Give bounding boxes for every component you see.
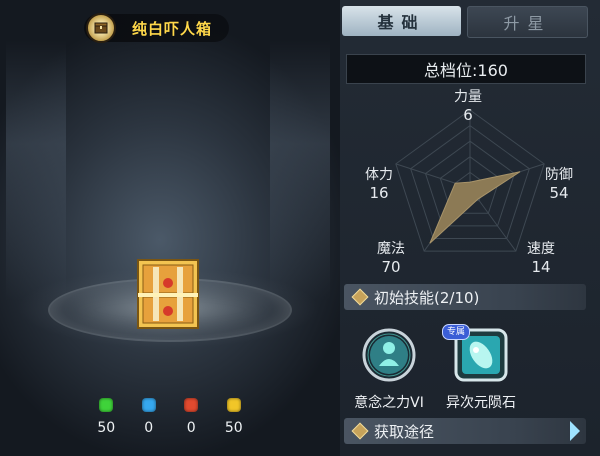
skill-list: 意念之力VI 专属 异次元陨石 — [340, 324, 600, 412]
skill-item[interactable]: 专属 异次元陨石 — [436, 324, 526, 412]
stat-power: 力量 6 — [446, 88, 490, 124]
gem-slot: 0 — [170, 398, 213, 436]
gem-slot: 0 — [128, 398, 171, 436]
stat-value: 70 — [381, 258, 401, 276]
treasure-chest-icon — [86, 13, 116, 43]
initial-skills-header: 初始技能(2/10) — [344, 284, 586, 310]
background-pillar — [270, 40, 330, 300]
blue-gem-icon — [141, 398, 156, 412]
stat-label: 魔法 — [377, 241, 405, 257]
gem-value: 0 — [144, 420, 154, 436]
skill-item[interactable]: 意念之力VI — [344, 328, 434, 412]
scare-chest-model[interactable] — [135, 257, 201, 331]
background-pillar — [6, 40, 66, 300]
stat-value: 14 — [531, 258, 551, 276]
tab-star-up[interactable]: 升星 — [467, 6, 588, 38]
stats-panel: 基础 升星 总档位:160 力量 6 防御 54 速度 14 魔法 70 体力 … — [340, 0, 600, 456]
stat-value: 6 — [463, 106, 473, 124]
stat-magic: 魔法 70 — [366, 240, 416, 276]
diamond-icon — [351, 422, 369, 440]
radar-stat-shape — [429, 171, 521, 244]
stat-speed: 速度 14 — [516, 240, 566, 276]
gem-value: 50 — [224, 420, 243, 436]
exclusive-badge: 专属 — [442, 324, 470, 340]
total-grade: 总档位:160 — [346, 54, 586, 84]
gem-value: 50 — [97, 420, 116, 436]
skill-name: 意念之力VI — [354, 395, 424, 411]
gem-value: 0 — [186, 420, 196, 436]
gem-slot: 50 — [85, 398, 128, 436]
acquire-header[interactable]: 获取途径 — [344, 418, 586, 444]
stat-label: 力量 — [454, 89, 482, 105]
stat-label: 防御 — [545, 167, 573, 183]
stat-label: 速度 — [527, 241, 555, 257]
red-gem-icon — [184, 398, 199, 412]
skill-name: 异次元陨石 — [446, 395, 516, 411]
section-title: 获取途径 — [374, 422, 435, 441]
tab-basic[interactable]: 基础 — [342, 6, 461, 36]
stat-label: 体力 — [365, 167, 393, 183]
stat-value: 16 — [369, 184, 389, 202]
gem-cost-row: 50 0 0 50 — [85, 398, 255, 436]
stat-value: 54 — [549, 184, 569, 202]
stat-stamina: 体力 16 — [354, 166, 404, 202]
item-preview-stage: 纯白吓人箱 50 0 0 50 — [0, 0, 340, 456]
stat-radar-chart: 力量 6 防御 54 速度 14 魔法 70 体力 16 — [340, 86, 600, 284]
mind-power-skill-icon — [362, 328, 416, 382]
diamond-icon — [351, 288, 369, 306]
green-gem-icon — [99, 398, 114, 412]
yellow-gem-icon — [226, 398, 241, 412]
chevron-right-icon[interactable] — [570, 421, 580, 441]
item-name: 纯白吓人箱 — [132, 19, 213, 38]
item-title-bar: 纯白吓人箱 — [84, 13, 229, 43]
panel-tabs: 基础 升星 — [342, 6, 588, 38]
gem-slot: 50 — [213, 398, 256, 436]
stat-defense: 防御 54 — [534, 166, 584, 202]
section-title: 初始技能(2/10) — [374, 288, 480, 307]
